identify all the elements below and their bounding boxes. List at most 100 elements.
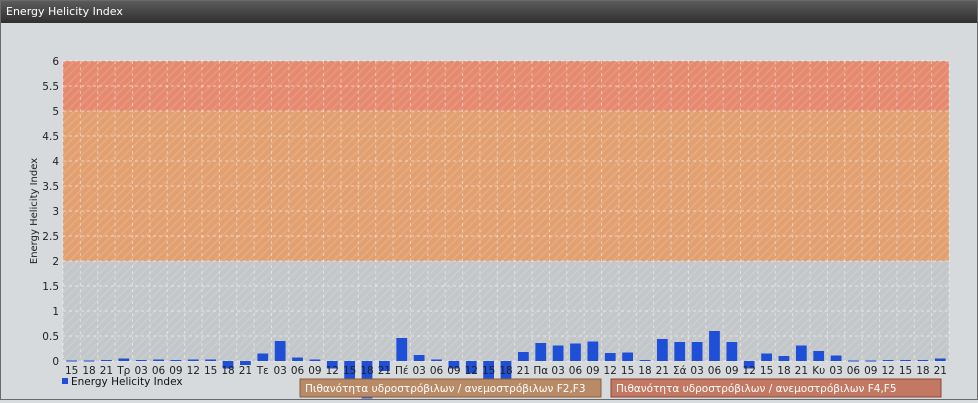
bar	[656, 339, 668, 361]
x-tick-label: 03	[551, 365, 564, 377]
bar	[934, 358, 946, 361]
y-tick-label: 3	[52, 206, 59, 218]
x-tick-label: 18	[360, 365, 373, 377]
x-tick-label: 09	[447, 365, 460, 377]
bar	[709, 331, 720, 361]
x-tick-label: 09	[308, 365, 321, 377]
bar	[413, 355, 425, 361]
ehi-chart: 00.511.522.533.544.555.56 15 18 21 Τρ 03 06 09…	[29, 56, 950, 399]
x-tick-label: 09	[725, 365, 738, 377]
bar	[153, 359, 164, 361]
x-tick-label: Τε	[256, 365, 269, 377]
bar	[830, 355, 842, 361]
y-tick-label: 1.5	[42, 281, 59, 293]
x-tick-label: 21	[656, 365, 669, 377]
x-tick-label: 21	[934, 365, 947, 377]
bar	[101, 360, 112, 361]
bar	[604, 353, 616, 361]
x-tick-label: 21	[795, 365, 808, 377]
bar	[778, 356, 790, 361]
x-tick-label: 12	[743, 365, 756, 377]
bar	[170, 360, 182, 361]
x-tick-label: 03	[829, 365, 842, 377]
bar	[205, 359, 217, 361]
bar	[309, 359, 321, 361]
x-tick-label: 18	[777, 365, 790, 377]
y-tick-label: 1	[52, 306, 59, 318]
x-tick-label: 18	[221, 365, 234, 377]
bar	[431, 359, 442, 361]
x-tick-label: 15	[621, 365, 634, 377]
bar	[917, 360, 929, 361]
bar	[118, 358, 130, 361]
x-tick-label: 21	[517, 365, 530, 377]
bar	[795, 345, 807, 361]
x-tick-label: 03	[412, 365, 425, 377]
x-tick-label: 03	[690, 365, 703, 377]
x-tick-label: 09	[864, 365, 877, 377]
bar	[882, 360, 894, 361]
x-tick-label: 15	[482, 365, 495, 377]
y-tick-label: 2.5	[42, 231, 59, 243]
bar	[813, 351, 825, 361]
x-tick-label: 15	[899, 365, 912, 377]
panel-title: Energy Helicity Index	[1, 1, 977, 23]
x-tick-label: 21	[378, 365, 391, 377]
tornado-f2f3-text: Πιθανότητα υδροστρόβιλων / ανεμοστρόβιλω…	[305, 383, 586, 395]
y-tick-label: 0.5	[42, 331, 59, 343]
bar	[535, 343, 547, 361]
y-tick-label: 6	[52, 56, 59, 68]
y-tick-label: 0	[52, 356, 59, 368]
x-tick-label: 12	[465, 365, 478, 377]
x-tick-label: 06	[291, 365, 305, 377]
x-tick-label: 18	[916, 365, 929, 377]
y-tick-label: 5.5	[42, 81, 59, 93]
x-tick-label: 12	[882, 365, 895, 377]
x-tick-label: 12	[326, 365, 339, 377]
bar	[691, 342, 703, 361]
x-tick-label: 18	[638, 365, 651, 377]
bar	[257, 353, 269, 361]
bar	[848, 360, 859, 362]
bar	[761, 353, 772, 361]
bar	[83, 360, 95, 362]
x-tick-label: Πα	[533, 365, 548, 377]
legend-label: Energy Helicity Index	[71, 376, 183, 388]
bar	[726, 342, 738, 361]
x-tick-label: 03	[273, 365, 286, 377]
y-tick-label: 2	[52, 256, 59, 268]
tornado-f4f5-label: Πιθανότητα υδροστρόβιλων / ανεμοστρόβιλω…	[610, 378, 942, 398]
bar	[570, 343, 581, 361]
y-tick-label: 4	[52, 156, 59, 168]
y-tick-label: 3.5	[42, 181, 59, 193]
x-tick-label: 15	[204, 365, 217, 377]
x-tick-label: 06	[569, 365, 583, 377]
x-tick-label: 18	[499, 365, 512, 377]
bar	[292, 357, 303, 361]
x-tick-label: Κυ	[812, 365, 825, 377]
y-tick-label: 4.5	[42, 131, 59, 143]
bar	[587, 341, 599, 361]
bar	[517, 352, 529, 361]
x-tick-label: 12	[187, 365, 200, 377]
plot-area: 0 0.5 1 1.5 2 2.5 3 3.5 4 4.5 5 5.5 6 15 18 21 Τρ 03 06 09…	[1, 23, 977, 399]
x-tick-label: 06	[708, 365, 722, 377]
legend-swatch	[62, 378, 68, 384]
y-axis-label: Energy Helicity Index	[29, 158, 40, 264]
x-tick-label: 06	[847, 365, 861, 377]
bar	[396, 338, 408, 361]
x-tick-label: Πέ	[395, 365, 409, 377]
bar	[865, 360, 877, 362]
x-tick-label: 09	[586, 365, 599, 377]
bar	[187, 359, 199, 361]
x-tick-label: Σά	[673, 365, 687, 377]
bar	[274, 341, 286, 361]
bar	[900, 360, 911, 361]
bar	[552, 345, 564, 361]
bar	[674, 342, 686, 361]
x-tick-label: 21	[239, 365, 252, 377]
legend: Energy Helicity Index	[62, 376, 183, 388]
x-tick-label: 12	[604, 365, 617, 377]
tornado-f4f5-text: Πιθανότητα υδροστρόβιλων / ανεμοστρόβιλω…	[616, 383, 897, 395]
x-tick-label: 15	[343, 365, 356, 377]
